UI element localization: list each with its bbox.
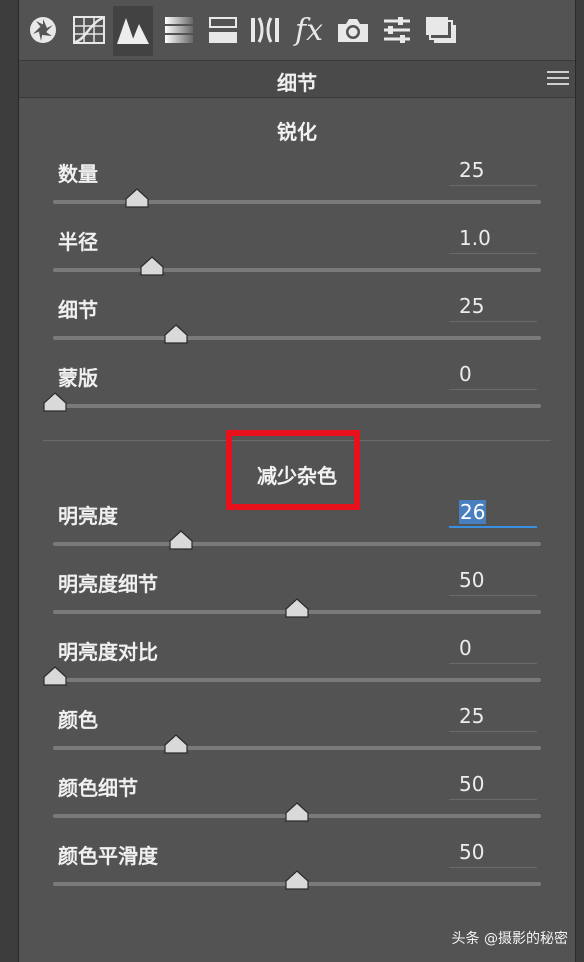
panel-title: 细节: [277, 71, 317, 95]
left-panel-edge: [0, 0, 19, 962]
slider-value-text: 0: [459, 362, 472, 386]
slider-thumb[interactable]: [285, 598, 309, 618]
slider-value-text: 25: [459, 704, 485, 728]
slider-track[interactable]: [53, 746, 541, 750]
slider-row: 颜色细节 50: [19, 772, 575, 840]
slider-row: 颜色 25: [19, 704, 575, 772]
slider-thumb[interactable]: [43, 392, 67, 412]
slider-value-text: 26: [459, 500, 487, 524]
slider-label: 半径: [58, 230, 98, 254]
slider-thumb[interactable]: [140, 256, 164, 276]
presets-sliders-icon[interactable]: [377, 10, 417, 50]
slider-label: 蒙版: [58, 366, 98, 390]
slider-row: 数量 25: [19, 158, 575, 226]
slider-value-text: 25: [459, 294, 485, 318]
slider-row: 明亮度对比 0: [19, 636, 575, 704]
section-title-noise-reduction: 减少杂色: [257, 464, 337, 488]
slider-value-field[interactable]: 50: [449, 840, 537, 868]
panel-menu-icon[interactable]: [547, 71, 569, 87]
app-frame: fx 细节 锐化 数量 25 半径 1.0 细节 25 蒙版 0 减少杂色 明亮…: [0, 0, 584, 962]
slider-label: 明亮度细节: [58, 572, 158, 596]
slider-row: 蒙版 0: [19, 362, 575, 430]
slider-value-field[interactable]: 25: [449, 158, 537, 186]
aperture-icon[interactable]: [23, 10, 63, 50]
camera-icon[interactable]: [333, 10, 373, 50]
slider-track[interactable]: [53, 336, 541, 340]
fx-icon[interactable]: fx: [289, 10, 329, 50]
slider-thumb[interactable]: [285, 802, 309, 822]
slider-value-text: 1.0: [459, 226, 491, 250]
slider-label: 明亮度对比: [58, 640, 158, 664]
slider-value-field[interactable]: 0: [449, 636, 537, 664]
slider-label: 细节: [58, 298, 98, 322]
slider-value-field[interactable]: 25: [449, 704, 537, 732]
slider-row: 细节 25: [19, 294, 575, 362]
tone-curve-grid-icon[interactable]: [69, 10, 109, 50]
slider-value-field[interactable]: 0: [449, 362, 537, 390]
fx-icon-text: fx: [294, 12, 324, 48]
slider-thumb[interactable]: [164, 734, 188, 754]
slider-track[interactable]: [53, 542, 541, 546]
slider-thumb[interactable]: [125, 188, 149, 208]
slider-row: 半径 1.0: [19, 226, 575, 294]
slider-value-field[interactable]: 25: [449, 294, 537, 322]
slider-thumb[interactable]: [43, 666, 67, 686]
detail-panel: fx 细节 锐化 数量 25 半径 1.0 细节 25 蒙版 0 减少杂色 明亮…: [19, 0, 575, 962]
slider-track[interactable]: [53, 268, 541, 272]
detail-triangles-icon[interactable]: [113, 6, 153, 56]
slider-row: 颜色平滑度 50: [19, 840, 575, 908]
slider-label: 颜色细节: [58, 776, 138, 800]
snapshots-icon[interactable]: [421, 10, 461, 50]
right-panel-edge: [575, 0, 584, 962]
panel-toolbar: fx: [19, 0, 575, 60]
slider-value-text: 0: [459, 636, 472, 660]
slider-value-text: 50: [459, 568, 485, 592]
slider-label: 明亮度: [58, 504, 118, 528]
slider-value-field[interactable]: 1.0: [449, 226, 537, 254]
slider-track[interactable]: [53, 404, 541, 408]
hsl-gradient-icon[interactable]: [159, 10, 199, 50]
slider-value-field[interactable]: 50: [449, 568, 537, 596]
split-toning-icon[interactable]: [203, 10, 243, 50]
slider-thumb[interactable]: [169, 530, 193, 550]
slider-label: 颜色: [58, 708, 98, 732]
slider-value-text: 25: [459, 158, 485, 182]
slider-row: 明亮度细节 50: [19, 568, 575, 636]
slider-label: 数量: [58, 162, 98, 186]
section-title-sharpening: 锐化: [277, 120, 317, 144]
slider-value-field[interactable]: 50: [449, 772, 537, 800]
lens-correction-icon[interactable]: [245, 10, 285, 50]
slider-label: 颜色平滑度: [58, 844, 158, 868]
slider-value-field[interactable]: 26: [449, 500, 537, 528]
watermark: 头条 @摄影的秘密: [451, 931, 568, 947]
slider-value-text: 50: [459, 840, 485, 864]
slider-thumb[interactable]: [164, 324, 188, 344]
slider-track[interactable]: [53, 678, 541, 682]
slider-thumb[interactable]: [285, 870, 309, 890]
slider-row: 明亮度 26: [19, 500, 575, 568]
slider-value-text: 50: [459, 772, 485, 796]
panel-header: 细节: [19, 60, 575, 98]
